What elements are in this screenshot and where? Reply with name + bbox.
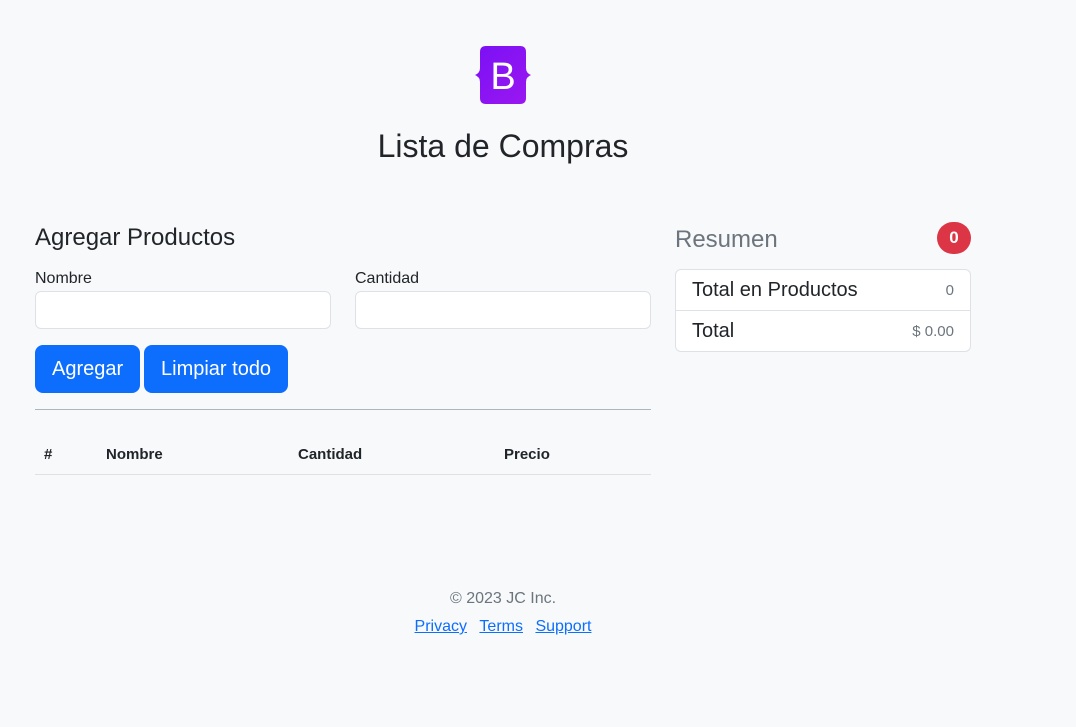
summary-label: Total en Productos: [692, 278, 858, 301]
table-header-divider: [35, 474, 651, 475]
summary-value: 0: [945, 281, 954, 299]
name-label: Nombre: [35, 270, 92, 287]
name-input[interactable]: [35, 291, 331, 329]
divider: [35, 409, 651, 410]
item-count-badge: 0: [937, 222, 971, 254]
summary-row-products: Total en Productos 0: [676, 270, 970, 311]
summary-list: Total en Productos 0 Total $ 0.00: [675, 269, 971, 352]
privacy-link[interactable]: Privacy: [415, 618, 467, 635]
clear-all-button[interactable]: Limpiar todo: [144, 345, 289, 393]
bootstrap-logo-icon: B: [475, 46, 531, 104]
copyright-text: © 2023 JC Inc.: [449, 590, 557, 607]
column-header-name: Nombre: [106, 446, 163, 463]
quantity-input[interactable]: [355, 291, 651, 329]
page: B Lista de Compras Agregar Productos Nom…: [0, 0, 1076, 727]
add-products-heading: Agregar Productos: [35, 224, 236, 251]
column-header-number: #: [44, 446, 53, 463]
summary-row-total: Total $ 0.00: [676, 311, 970, 352]
logo-letter: B: [490, 56, 515, 98]
summary-value: $ 0.00: [912, 323, 954, 340]
footer-links: Privacy Terms Support: [0, 618, 1006, 636]
support-link[interactable]: Support: [535, 618, 591, 635]
column-header-quantity: Cantidad: [298, 446, 363, 463]
quantity-label: Cantidad: [355, 270, 420, 287]
summary-label: Total: [692, 320, 735, 342]
add-button[interactable]: Agregar: [35, 345, 141, 393]
summary-heading: Resumen: [675, 226, 778, 253]
page-title: Lista de Compras: [377, 128, 629, 164]
column-header-price: Precio: [504, 446, 550, 463]
terms-link[interactable]: Terms: [479, 618, 523, 635]
